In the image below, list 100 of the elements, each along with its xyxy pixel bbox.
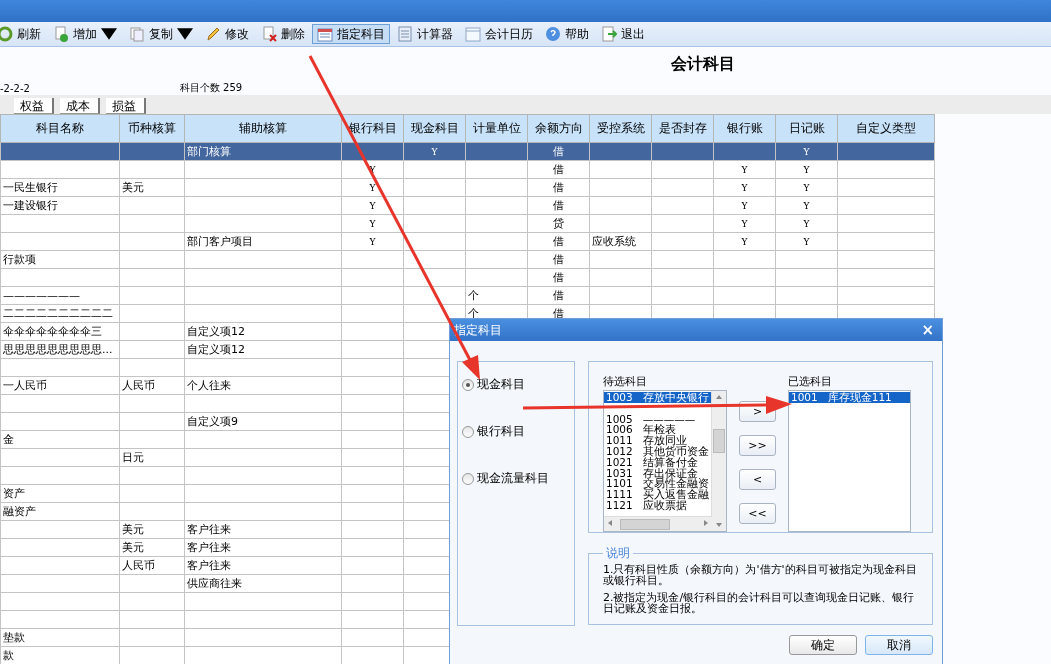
radio-button[interactable]	[462, 425, 474, 438]
table-row[interactable]: 行款项 借	[0, 250, 935, 269]
list-item[interactable]: 1101 交易性金融资	[604, 478, 711, 490]
calendar-icon	[465, 26, 481, 42]
dialog-button[interactable]: 取消	[865, 635, 933, 655]
column-header[interactable]: 日记账	[775, 114, 838, 143]
table-cell: ———————	[0, 286, 120, 305]
column-header[interactable]: 受控系统	[589, 114, 652, 143]
list-box[interactable]: 1003 存放中央银行 1005 ————— 1006 年检表 1011 存放同业 1012 其他货币资金 1021 结算备付金 1031 存出保证金 1101 交易性金融资 1111 买入返售金融 1121 应收票据	[603, 390, 727, 532]
table-cell: Y	[341, 196, 404, 215]
vertical-scrollbar[interactable]	[711, 391, 726, 531]
move-button[interactable]: <	[739, 469, 776, 490]
list-item[interactable]: 1121 应收票据	[604, 499, 711, 511]
toolbar-button[interactable]: 刷新	[0, 24, 46, 44]
table-cell: 借	[527, 268, 590, 287]
list-item[interactable]: 1021 结算备付金	[604, 456, 711, 468]
tab[interactable]: 成本	[60, 98, 100, 114]
column-header[interactable]: 现金科目	[403, 114, 466, 143]
column-header[interactable]: 科目名称	[0, 114, 120, 143]
column-header[interactable]: 余额方向	[527, 114, 590, 143]
list-item[interactable]: 1005 —————	[604, 413, 711, 425]
horizontal-scrollbar[interactable]	[604, 516, 712, 531]
toolbar-button[interactable]: 帮助	[540, 24, 594, 44]
list-item[interactable]: 1012 其他货币资金	[604, 446, 711, 457]
table-cell: 借	[527, 160, 590, 179]
table-row[interactable]: 借	[0, 268, 935, 287]
table-cell: 一建设银行	[0, 196, 120, 215]
list-label: 已选科目	[788, 374, 833, 390]
table-cell: Y	[341, 178, 404, 197]
toolbar-button[interactable]: 删除	[256, 24, 310, 44]
table-cell: 融资产	[0, 502, 120, 521]
tab[interactable]: 损益	[106, 98, 146, 114]
table-cell: Y	[775, 214, 838, 233]
table-cell: 应收系统	[589, 232, 652, 251]
toolbar-button[interactable]: 计算器	[392, 24, 458, 44]
table-cell: Y	[713, 214, 776, 233]
table-cell: 客户往来	[184, 556, 342, 575]
radio-button[interactable]	[462, 472, 474, 485]
table-row[interactable]: 一民生银行 美元 Y 借 Y Y	[0, 178, 935, 197]
dialog-button[interactable]: 确定	[789, 635, 857, 655]
list-label: 待选科目	[603, 374, 648, 390]
table-cell: 个人往来	[184, 376, 342, 395]
list-item[interactable]: 1011 存放同业	[604, 435, 711, 446]
table-row[interactable]: Y 贷 Y Y	[0, 214, 935, 233]
code-format: -2-2-2	[0, 82, 30, 94]
table-cell: Y	[775, 232, 838, 251]
table-cell: Y	[713, 160, 776, 179]
table-cell: 借	[527, 196, 590, 215]
calendar-icon	[317, 26, 333, 42]
table-cell: 一民生银行	[0, 178, 120, 197]
table-cell: 日元	[119, 448, 185, 467]
table-cell: 行款项	[0, 250, 120, 269]
tab[interactable]: 权益	[14, 98, 54, 114]
list-item[interactable]: 1031 存出保证金	[604, 467, 711, 479]
list-item[interactable]: 1003 存放中央银行	[604, 392, 711, 403]
radio-label[interactable]: 银行科目	[477, 423, 525, 440]
table-cell: 借	[527, 286, 590, 305]
close-button[interactable]: ×	[921, 321, 934, 339]
column-header[interactable]: 银行账	[713, 114, 776, 143]
table-cell: 自定义项9	[184, 412, 342, 431]
radio-label[interactable]: 现金流量科目	[477, 470, 549, 487]
list-item[interactable]: 1006 年检表	[604, 424, 711, 436]
column-header[interactable]: 自定义类型	[837, 114, 935, 143]
toolbar-button[interactable]: 会计日历	[460, 24, 538, 44]
delete-document-icon	[261, 26, 277, 42]
toolbar-button[interactable]: 修改	[200, 24, 254, 44]
table-cell: 自定义项12	[184, 322, 342, 341]
list-box[interactable]: 1001 库存现金111	[788, 390, 911, 532]
table-cell: 垫款	[0, 628, 120, 647]
table-row[interactable]: 一建设银行 Y 借 Y Y	[0, 196, 935, 215]
column-header[interactable]: 银行科目	[341, 114, 404, 143]
table-cell: Y	[713, 232, 776, 251]
account-count: 科目个数 259	[179, 81, 243, 95]
column-header[interactable]: 是否封存	[651, 114, 714, 143]
move-button[interactable]: <<	[739, 503, 776, 524]
toolbar-button[interactable]: 复制	[124, 24, 198, 44]
refresh-icon	[0, 26, 13, 42]
toolbar-button[interactable]: 指定科目	[312, 24, 390, 44]
toolbar-button[interactable]: 退出	[596, 24, 650, 44]
table-cell: 金	[0, 430, 120, 449]
toolbar-button[interactable]: 增加	[48, 24, 122, 44]
column-header[interactable]: 计量单位	[465, 114, 528, 143]
table-cell: 借	[527, 250, 590, 269]
radio-button[interactable]	[462, 378, 474, 391]
table-row[interactable]: 部门客户项目 Y 借 应收系统 Y Y	[0, 232, 935, 251]
calculator-icon	[397, 26, 413, 42]
move-button[interactable]: >>	[739, 435, 776, 456]
list-item[interactable]: 1111 买入返售金融	[604, 489, 711, 500]
table-row[interactable]: 部门核算 Y 借 Y	[0, 142, 935, 161]
table-cell: 供应商往来	[184, 574, 342, 593]
column-header[interactable]: 币种核算	[119, 114, 185, 143]
column-header[interactable]: 辅助核算	[184, 114, 342, 143]
table-row[interactable]: ——————— 个 借	[0, 286, 935, 305]
table-cell: 部门客户项目	[184, 232, 342, 251]
table-cell: 客户往来	[184, 520, 342, 539]
table-cell: 借	[527, 178, 590, 197]
list-item[interactable]: 1001 库存现金111	[789, 392, 910, 403]
table-cell: 自定义项12	[184, 340, 342, 359]
radio-label[interactable]: 现金科目	[477, 376, 525, 393]
add-document-icon	[53, 26, 69, 42]
